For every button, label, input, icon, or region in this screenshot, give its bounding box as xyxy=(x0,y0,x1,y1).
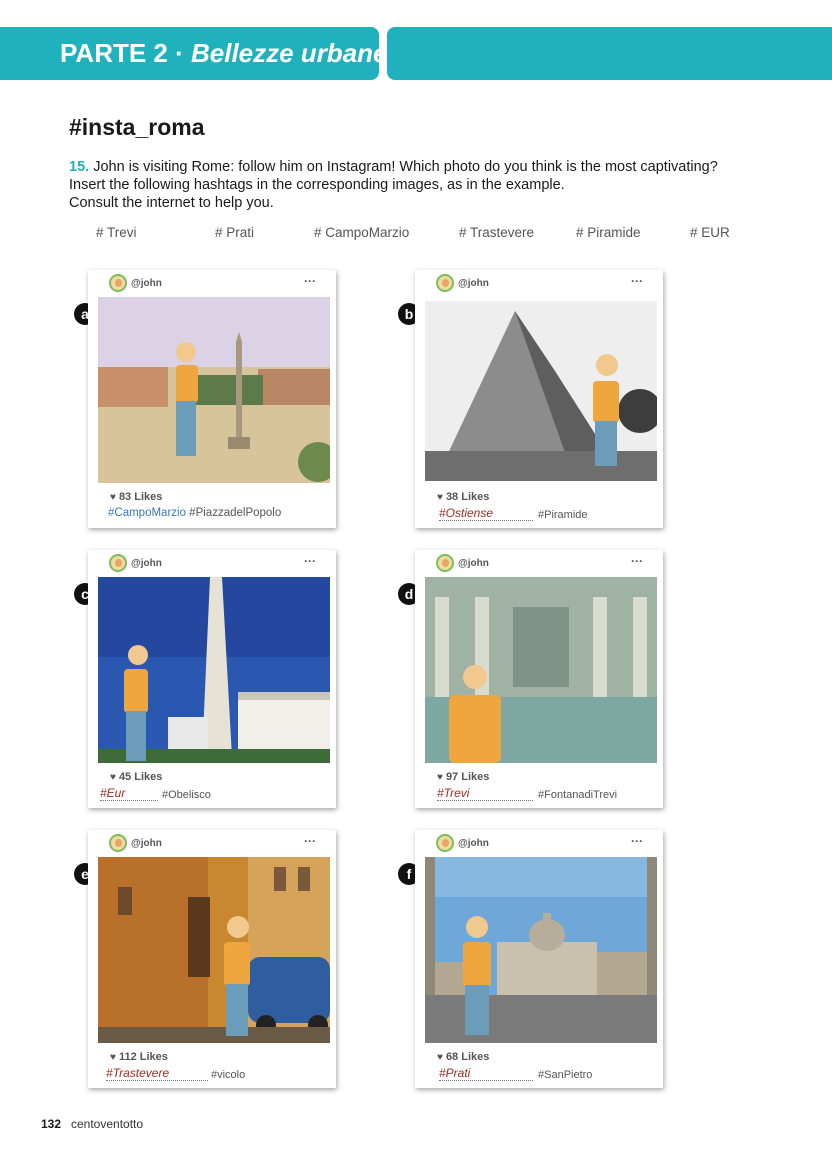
exercise-instructions: 15. John is visiting Rome: follow him on… xyxy=(69,158,769,212)
avatar xyxy=(109,834,127,852)
heart-icon[interactable]: ♥ xyxy=(110,1052,116,1063)
more-options-icon[interactable]: ··· xyxy=(304,274,316,288)
more-options-icon[interactable]: ··· xyxy=(631,554,643,568)
instruction-line-3: Consult the internet to help you. xyxy=(69,195,274,211)
caption-hashtag: #SanPietro xyxy=(538,1069,593,1081)
example-hashtag: #CampoMarzio xyxy=(108,507,186,519)
instruction-line-2: Insert the following hashtags in the cor… xyxy=(69,177,565,193)
heart-icon[interactable]: ♥ xyxy=(110,772,116,783)
username: @john xyxy=(458,278,489,289)
header-subtitle: Bellezze urbane xyxy=(190,38,388,68)
hashtag-option: # Trevi xyxy=(96,225,137,240)
heart-icon[interactable]: ♥ xyxy=(437,772,443,783)
hashtag-option: # EUR xyxy=(690,225,730,240)
more-options-icon[interactable]: ··· xyxy=(631,834,643,848)
header-title: PARTE 2 · Bellezze urbane xyxy=(60,38,388,69)
avatar xyxy=(109,274,127,292)
page-number-word: centoventotto xyxy=(71,1117,144,1131)
instagram-post-d: @john ··· ♥ 97 Likes #Trevi #FontanadiTre… xyxy=(415,550,663,808)
likes-count: ♥ 68 Likes xyxy=(437,1051,490,1063)
section-title: #insta_roma xyxy=(69,114,205,140)
instagram-post-a: @john ··· ♥ 83 Likes #CampoMarzio #Piazza… xyxy=(88,270,336,528)
post-caption: #CampoMarzio #PiazzadelPopolo xyxy=(108,507,281,519)
photo-san-pietro xyxy=(425,857,657,1043)
username: @john xyxy=(458,558,489,569)
username: @john xyxy=(131,278,162,289)
exercise-number: 15. xyxy=(69,159,90,175)
hashtag-option: # Prati xyxy=(215,225,255,240)
username: @john xyxy=(131,838,162,849)
more-options-icon[interactable]: ··· xyxy=(631,274,643,288)
avatar xyxy=(436,554,454,572)
more-options-icon[interactable]: ··· xyxy=(304,834,316,848)
header-part: PARTE 2 · xyxy=(60,38,191,68)
heart-icon[interactable]: ♥ xyxy=(437,1052,443,1063)
answer-blank: #Eur xyxy=(100,786,158,801)
more-options-icon[interactable]: ··· xyxy=(304,554,316,568)
instagram-post-f: @john ··· ♥ 68 Likes #Prati #SanPietro xyxy=(415,830,663,1088)
photo-piramide xyxy=(425,301,657,481)
page-number: 132 xyxy=(41,1117,62,1131)
likes-count: ♥ 83 Likes xyxy=(110,491,163,503)
heart-icon[interactable]: ♥ xyxy=(437,492,443,503)
likes-count: ♥ 112 Likes xyxy=(110,1051,168,1063)
photo-fontana-di-trevi xyxy=(425,577,657,763)
answer-blank: #Trastevere xyxy=(106,1066,208,1081)
avatar xyxy=(436,834,454,852)
avatar xyxy=(436,274,454,292)
caption-hashtag: #PiazzadelPopolo xyxy=(185,507,282,519)
avatar xyxy=(109,554,127,572)
heart-icon[interactable]: ♥ xyxy=(110,492,116,503)
hashtag-option: # CampoMarzio xyxy=(314,225,410,240)
caption-hashtag: #Obelisco xyxy=(162,789,211,801)
caption-hashtag: #FontanadiTrevi xyxy=(538,789,618,801)
username: @john xyxy=(458,838,489,849)
answer-blank: #Ostiense xyxy=(439,506,533,521)
instagram-post-b: @john ··· ♥ 38 Likes #Ostiense #Piramide xyxy=(415,270,663,528)
hashtag-option: # Piramide xyxy=(576,225,641,240)
likes-count: ♥ 38 Likes xyxy=(437,491,490,503)
hashtag-bank: # Trevi # Prati # CampoMarzio # Trasteve… xyxy=(96,225,756,243)
photo-piazza-del-popolo xyxy=(98,297,330,483)
caption-hashtag: #Piramide xyxy=(538,509,588,521)
answer-blank: #Prati xyxy=(439,1066,533,1081)
instruction-line-1: John is visiting Rome: follow him on Ins… xyxy=(89,159,718,175)
photo-obelisco-eur xyxy=(98,577,330,763)
header-banner-right xyxy=(387,27,832,80)
instagram-post-e: @john ··· ♥ 112 Likes #Trastevere #vicolo xyxy=(88,830,336,1088)
username: @john xyxy=(131,558,162,569)
instagram-post-c: @john ··· ♥ 45 Likes #Eur #Obelisco xyxy=(88,550,336,808)
likes-count: ♥ 97 Likes xyxy=(437,771,490,783)
hashtag-option: # Trastevere xyxy=(459,225,535,240)
photo-trastevere xyxy=(98,857,330,1043)
caption-hashtag: #vicolo xyxy=(211,1069,246,1081)
likes-count: ♥ 45 Likes xyxy=(110,771,163,783)
answer-blank: #Trevi xyxy=(437,786,533,801)
